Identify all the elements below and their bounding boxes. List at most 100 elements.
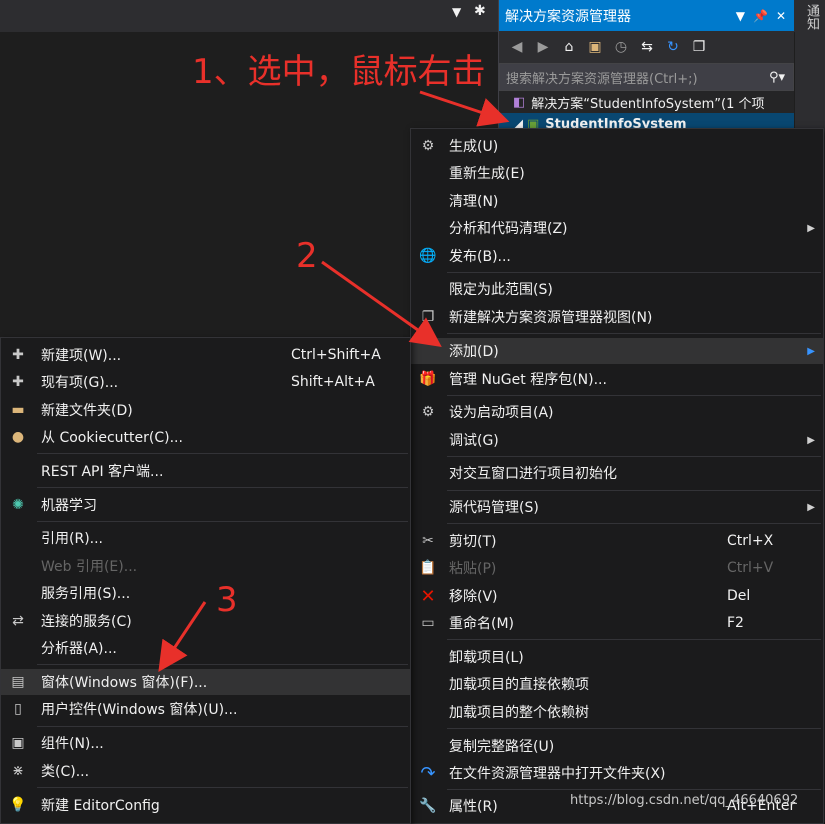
menu-item-windows-form[interactable]: ▤ 窗体(Windows 窗体)(F)... (1, 669, 410, 695)
menu-item-build[interactable]: ⚙ 生成(U) (411, 133, 823, 159)
menu-item-rename[interactable]: ▭ 重命名(M) F2 (411, 610, 823, 636)
menu-item-copy-path[interactable]: 复制完整路径(U) (411, 733, 823, 759)
menu-item-load-direct-deps[interactable]: 加载项目的直接依赖项 (411, 671, 823, 697)
menu-separator (447, 395, 821, 396)
class-icon: ⋇ (12, 763, 24, 779)
menu-separator (447, 456, 821, 457)
watermark: https://blog.csdn.net/qq_46640692 (570, 793, 799, 808)
menu-item-new-view[interactable]: ❐ 新建解决方案资源管理器视图(N) (411, 304, 823, 330)
menu-item-editorconfig[interactable]: 💡 新建 EditorConfig (1, 792, 410, 818)
collapse-all-icon[interactable]: ❐ (689, 39, 709, 55)
menu-separator (37, 521, 408, 522)
menu-item-analyze[interactable]: 分析和代码清理(Z) ▶ (411, 215, 823, 241)
menu-item-web-reference[interactable]: Web 引用(E)... (1, 553, 410, 579)
menu-separator (37, 453, 408, 454)
menu-item-existing-item[interactable]: ✚ 现有项(G)... Shift+Alt+A (1, 369, 410, 395)
home-icon[interactable]: ⌂ (559, 39, 579, 55)
menu-item-reference[interactable]: 引用(R)... (1, 525, 410, 551)
search-placeholder: 搜索解决方案资源管理器(Ctrl+;) (506, 71, 698, 87)
menu-separator (37, 487, 408, 488)
menu-item-clean[interactable]: 清理(N) (411, 188, 823, 214)
add-submenu: ✚ 新建项(W)... Ctrl+Shift+A ✚ 现有项(G)... Shift+A… (0, 337, 411, 824)
menu-separator (37, 726, 408, 727)
back-icon[interactable]: ◀ (507, 39, 527, 55)
notifications-label: 通知 (804, 4, 819, 30)
menu-item-user-control[interactable]: ▯ 用户控件(Windows 窗体)(U)... (1, 696, 410, 722)
connected-service-icon: ⇄ (12, 613, 24, 629)
remove-icon: ✕ (420, 585, 436, 607)
editorconfig-icon: 💡 (9, 797, 27, 813)
solution-icon: ◧ (513, 94, 526, 110)
menu-item-load-dep-tree[interactable]: 加载项目的整个依赖树 (411, 699, 823, 725)
close-icon[interactable]: ✕ (776, 9, 786, 23)
cut-icon: ✂ (422, 533, 434, 549)
submenu-arrow-icon: ▶ (807, 345, 815, 357)
menu-item-paste[interactable]: 📋 粘贴(P) Ctrl+V (411, 555, 823, 581)
menu-separator (447, 789, 821, 790)
rename-icon: ▭ (421, 615, 435, 631)
component-icon: ▣ (11, 735, 25, 751)
menu-separator (447, 728, 821, 729)
existing-item-icon: ✚ (12, 374, 24, 390)
submenu-arrow-icon: ▶ (807, 434, 815, 446)
menu-item-set-startup[interactable]: ⚙ 设为启动项目(A) (411, 399, 823, 425)
menu-item-new-folder[interactable]: ▬ 新建文件夹(D) (1, 397, 410, 423)
menu-item-add[interactable]: 添加(D) ▶ (411, 338, 823, 364)
pin-icon[interactable]: 📌 (753, 9, 768, 23)
wrench-icon: 🔧 (419, 798, 437, 814)
annotation-step3: 3 (216, 580, 238, 620)
arrow-step1 (419, 90, 510, 127)
gear-icon[interactable]: ✱ (474, 3, 486, 19)
menu-item-component[interactable]: ▣ 组件(N)... (1, 730, 410, 756)
search-icon[interactable]: ⚲▾ (769, 70, 793, 85)
menu-separator (447, 490, 821, 491)
menu-separator (447, 639, 821, 640)
menu-separator (37, 787, 408, 788)
ml-icon: ✺ (12, 497, 24, 513)
history-icon[interactable]: ◷ (611, 39, 631, 55)
forward-icon[interactable]: ▶ (533, 39, 553, 55)
menu-item-rebuild[interactable]: 重新生成(E) (411, 160, 823, 186)
globe-icon: 🌐 (419, 248, 437, 264)
menu-item-interactive-init[interactable]: 对交互窗口进行项目初始化 (411, 460, 823, 486)
submenu-arrow-icon: ▶ (807, 501, 815, 513)
menu-item-new-item[interactable]: ✚ 新建项(W)... Ctrl+Shift+A (1, 342, 410, 368)
project-context-menu: ⚙ 生成(U) 重新生成(E) 清理(N) 分析和代码清理(Z) ▶ 🌐 发布(B).… (410, 128, 824, 824)
menu-separator (447, 272, 821, 273)
menu-item-cut[interactable]: ✂ 剪切(T) Ctrl+X (411, 528, 823, 554)
window-menu-icon[interactable]: ▼ (736, 9, 745, 23)
build-icon: ⚙ (421, 138, 435, 154)
menu-item-debug[interactable]: 调试(G) ▶ (411, 427, 823, 453)
menu-separator (37, 664, 408, 665)
sync-icon[interactable]: ⇆ (637, 39, 657, 55)
paste-icon: 📋 (419, 560, 437, 576)
cookiecutter-icon: ● (11, 429, 25, 445)
menu-item-remove[interactable]: ✕ 移除(V) Del (411, 583, 823, 609)
menu-item-service-reference[interactable]: 服务引用(S)... (1, 580, 410, 606)
solution-node-label: 解决方案“StudentInfoSystem”(1 个项 (531, 96, 765, 112)
menu-item-publish[interactable]: 🌐 发布(B)... (411, 243, 823, 269)
nuget-icon: 🎁 (419, 371, 437, 387)
menu-item-scope[interactable]: 限定为此范围(S) (411, 276, 823, 302)
menu-separator (447, 333, 821, 334)
dropdown-arrow-icon[interactable]: ▼ (452, 5, 461, 19)
menu-item-nuget[interactable]: 🎁 管理 NuGet 程序包(N)... (411, 366, 823, 392)
menu-item-ml[interactable]: ✺ 机器学习 (1, 492, 410, 518)
refresh-icon: ↷ (420, 762, 436, 784)
new-view-icon: ❐ (421, 309, 435, 325)
refresh-icon[interactable]: ↻ (663, 39, 683, 55)
menu-item-source-control[interactable]: 源代码管理(S) ▶ (411, 494, 823, 520)
new-folder-icon: ▬ (11, 402, 25, 418)
menu-item-rest-api[interactable]: REST API 客户端... (1, 458, 410, 484)
solution-explorer-search-box[interactable]: 搜索解决方案资源管理器(Ctrl+;) ⚲▾ (499, 63, 794, 91)
menu-item-class[interactable]: ⋇ 类(C)... (1, 758, 410, 784)
switch-views-icon[interactable]: ▣ (585, 39, 605, 55)
menu-item-open-in-explorer[interactable]: ↷ 在文件资源管理器中打开文件夹(X) (411, 760, 823, 786)
menu-separator (447, 523, 821, 524)
menu-item-connected-service[interactable]: ⇄ 连接的服务(C) (1, 608, 410, 634)
annotation-step2: 2 (296, 236, 318, 276)
menu-item-unload[interactable]: 卸载项目(L) (411, 644, 823, 670)
menu-item-analyzer[interactable]: 分析器(A)... (1, 635, 410, 661)
solution-node[interactable]: ◧ 解决方案“StudentInfoSystem”(1 个项 (499, 91, 794, 113)
menu-item-cookiecutter[interactable]: ● 从 Cookiecutter(C)... (1, 424, 410, 450)
